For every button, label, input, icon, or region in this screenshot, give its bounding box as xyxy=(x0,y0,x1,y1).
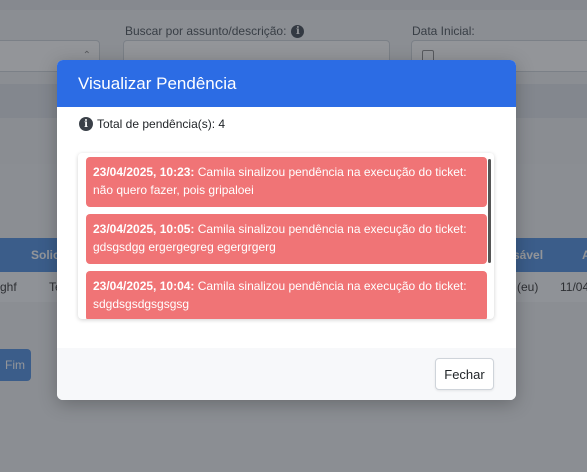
pending-list[interactable]: 23/04/2025, 10:23: Camila sinalizou pend… xyxy=(78,153,494,319)
total-pending-label: Total de pendência(s): 4 xyxy=(97,117,226,131)
pending-item-timestamp: 23/04/2025, 10:23: xyxy=(93,165,195,179)
info-icon: i xyxy=(79,117,93,131)
pending-item-timestamp: 23/04/2025, 10:04: xyxy=(93,279,195,293)
modal-title: Visualizar Pendência xyxy=(78,73,237,93)
view-pending-modal: Visualizar Pendência i Total de pendênci… xyxy=(57,60,516,400)
modal-body: i Total de pendência(s): 4 23/04/2025, 1… xyxy=(57,107,516,348)
pending-item: 23/04/2025, 10:05: Camila sinalizou pend… xyxy=(86,214,487,264)
modal-header: Visualizar Pendência xyxy=(57,60,516,107)
total-pending-line: i Total de pendência(s): 4 xyxy=(79,116,225,132)
pending-item: 23/04/2025, 10:04: Camila sinalizou pend… xyxy=(86,271,487,319)
close-button[interactable]: Fechar xyxy=(435,358,494,390)
pending-list-scrollbar[interactable] xyxy=(488,159,491,263)
modal-footer: Fechar xyxy=(57,348,516,400)
pending-item-timestamp: 23/04/2025, 10:05: xyxy=(93,222,195,236)
pending-item: 23/04/2025, 10:23: Camila sinalizou pend… xyxy=(86,157,487,207)
